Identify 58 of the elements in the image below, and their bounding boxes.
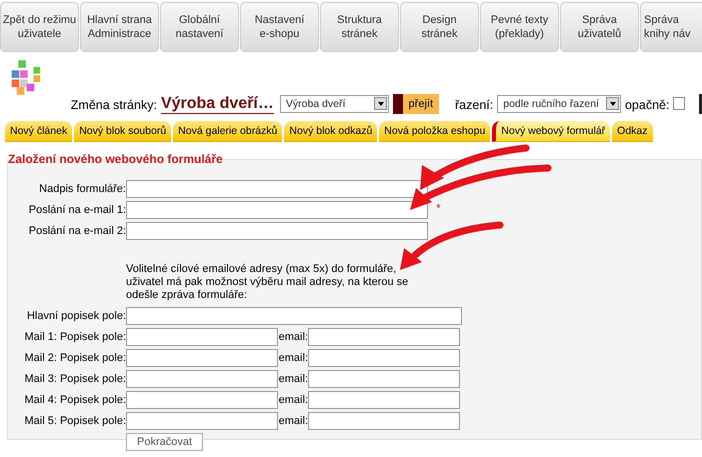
form-legend: Založení nového webového formuláře — [8, 152, 223, 166]
reverse-label: opačně: — [624, 98, 670, 114]
field-label: Mail 1: Popisek pole: — [24, 331, 126, 343]
nav-tab[interactable]: Správa knihy náv — [640, 2, 702, 52]
field-label: Mail 3: Popisek pole: — [24, 373, 126, 385]
email-input[interactable] — [308, 349, 460, 367]
content-tab[interactable]: Nový webový formulář — [492, 121, 610, 142]
page-select[interactable]: Výroba dveří — [280, 95, 389, 113]
email-label: email: — [278, 331, 308, 343]
text-input[interactable] — [126, 349, 278, 367]
nav-tab[interactable]: Nastavení e-shopu — [240, 2, 319, 52]
dropdown-icon — [374, 97, 387, 110]
nav-tab[interactable]: Hlavní strana Administrace — [80, 2, 159, 52]
page-change-label: Změna stránky: — [70, 98, 157, 114]
go-button[interactable]: přejít — [392, 94, 440, 114]
reverse-checkbox[interactable] — [673, 97, 685, 110]
field-label: Mail 2: Popisek pole: — [24, 352, 126, 364]
email-label: email: — [278, 415, 308, 427]
email-input[interactable] — [308, 391, 460, 409]
text-input[interactable] — [126, 307, 462, 325]
email-label: email: — [278, 373, 308, 385]
content-tab[interactable]: Nový článek — [5, 121, 72, 142]
required-mark: * — [436, 201, 441, 215]
field-label: Poslání na e-mail 1: — [28, 204, 126, 216]
text-input[interactable] — [126, 370, 278, 388]
email-input[interactable] — [308, 412, 460, 430]
nav-tab[interactable]: Struktura stránek — [320, 2, 399, 52]
field-label: Poslání na e-mail 2: — [28, 225, 126, 237]
dropdown-icon — [606, 97, 619, 110]
content-tab[interactable]: Nový blok souborů — [74, 121, 172, 142]
field-label: Nadpis formuláře: — [38, 183, 126, 195]
nav-tab[interactable]: Pevné texty (překlady) — [480, 2, 559, 52]
content-tab[interactable]: Nový blok odkazů — [284, 121, 378, 142]
note-text: Volitelné cílové emailové adresy (max 5x) do formuláře, uživatel má pak možnost výběru mail adresy, na kterou se odešle zpráva formuláře: — [126, 262, 410, 303]
text-input[interactable] — [126, 222, 428, 240]
content-tab[interactable]: Nová galerie obrázků — [173, 121, 282, 142]
text-input[interactable] — [126, 180, 428, 198]
field-label: Mail 4: Popisek pole: — [24, 394, 126, 406]
continue-button[interactable]: Pokračovat — [126, 433, 204, 451]
sort-label: řazení: — [455, 98, 494, 114]
text-input[interactable] — [126, 201, 428, 219]
content-tab[interactable]: Odkaz — [612, 121, 653, 142]
nav-tab[interactable]: Design stránek — [400, 2, 479, 52]
text-input[interactable] — [126, 391, 278, 409]
nav-tab[interactable]: Zpět do režimu uživatele — [0, 2, 79, 52]
email-input[interactable] — [308, 370, 460, 388]
email-label: email: — [278, 352, 308, 364]
email-label: email: — [278, 394, 308, 406]
text-input[interactable] — [126, 412, 278, 430]
content-tab[interactable]: Nová položka eshopu — [379, 121, 490, 142]
field-label: Mail 5: Popisek pole: — [24, 415, 126, 427]
current-page-link[interactable]: Výroba dveří… — [160, 95, 274, 114]
email-input[interactable] — [308, 328, 460, 346]
sort-select[interactable]: podle ručního řazení — [497, 95, 621, 113]
nav-tab[interactable]: Globální nastavení — [160, 2, 239, 52]
field-label: Hlavní popisek pole: — [26, 310, 126, 322]
text-input[interactable] — [126, 328, 278, 346]
nav-tab[interactable]: Správa uživatelů — [560, 2, 639, 52]
